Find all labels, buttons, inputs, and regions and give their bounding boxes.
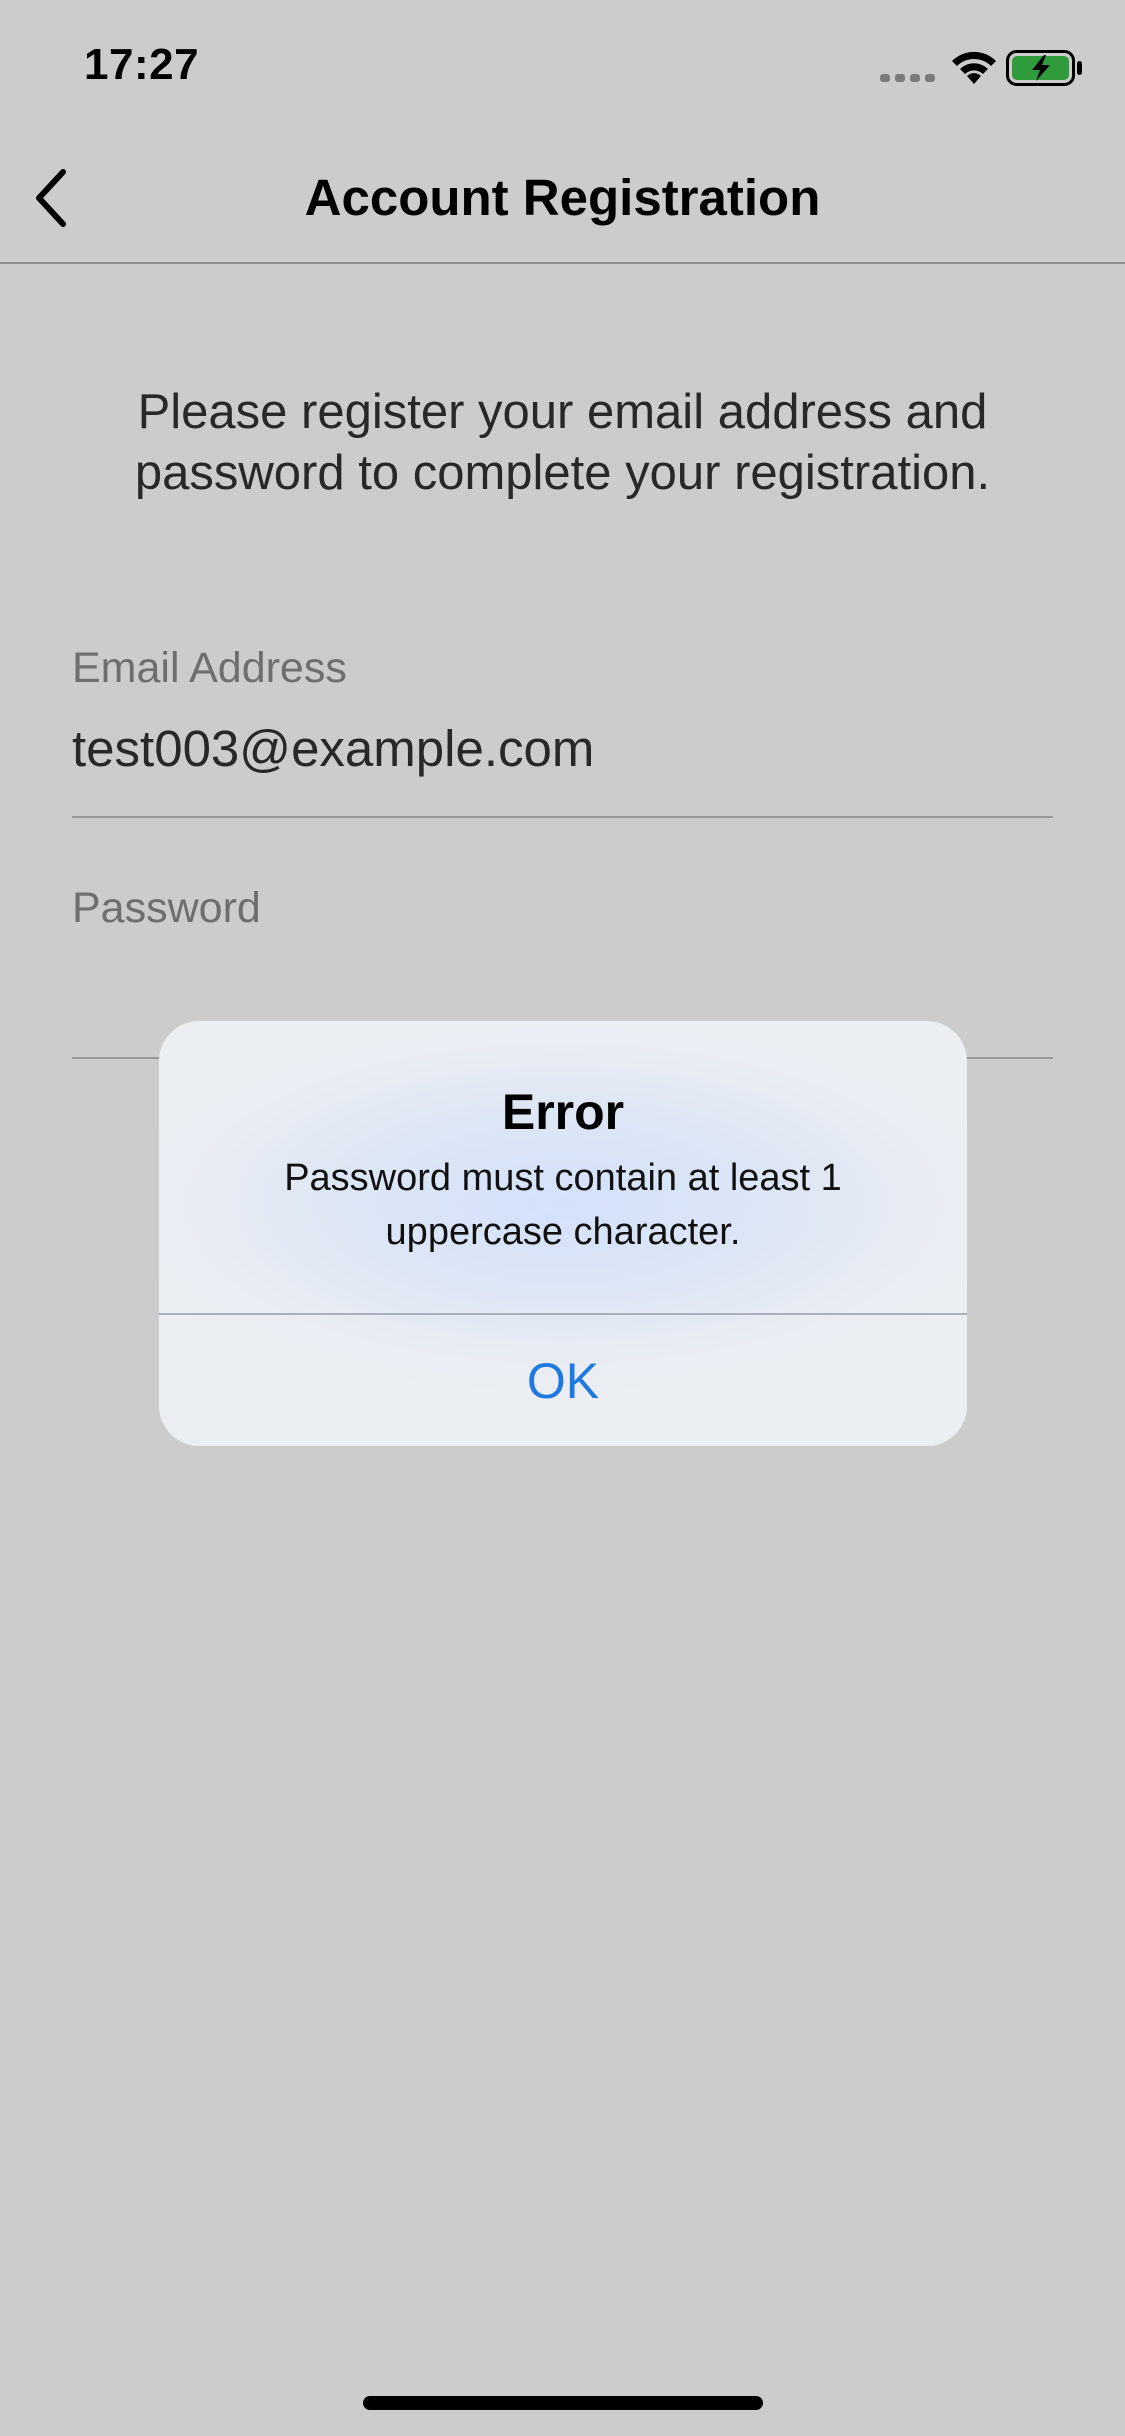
alert-title: Error [501,1084,625,1140]
account-registration-screen: 17:27 Account Registration Please regist… [0,0,1125,2436]
home-indicator[interactable] [363,2396,763,2410]
ok-button[interactable]: OK [159,1315,967,1446]
error-alert-dialog: Error Password must contain at least 1 u… [159,1021,967,1446]
alert-message: Password must contain at least 1 upperca… [284,1157,842,1253]
